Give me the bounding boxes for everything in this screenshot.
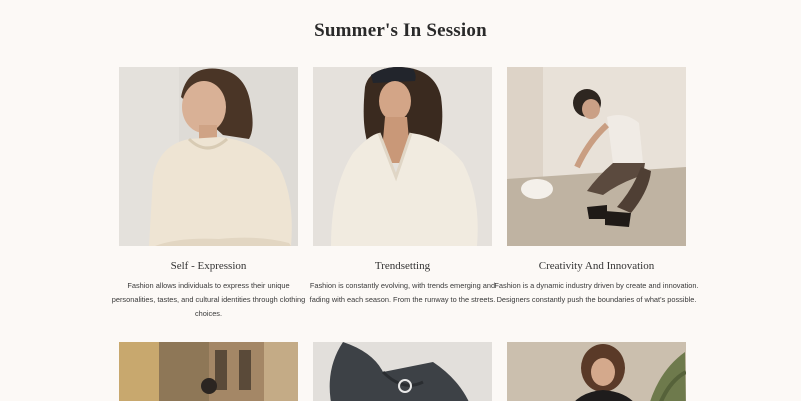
section-title: Summer's In Session	[314, 20, 487, 41]
card-title: Trendsetting	[374, 260, 431, 272]
feature-card: Trendsetting Fashion is constantly evolv…	[310, 67, 495, 321]
woman-plant-image[interactable]	[507, 342, 686, 401]
woman-cap-vneck-sweater-photo-icon	[313, 67, 492, 246]
street-scene-photo-icon	[119, 342, 298, 401]
card-title: Self - Expression	[170, 260, 247, 272]
trendsetting-image[interactable]	[313, 67, 492, 246]
card-description: Fashion is constantly evolving, with tre…	[309, 281, 496, 304]
card-title: Creativity And Innovation	[538, 260, 655, 272]
creativity-innovation-image[interactable]	[507, 67, 686, 246]
woman-crouching-hat-photo-icon	[507, 67, 686, 246]
feature-grid-row-2	[119, 342, 686, 401]
woman-knit-sweater-photo-icon	[119, 67, 298, 246]
street-scene-image[interactable]	[119, 342, 298, 401]
man-jacket-photo-icon	[313, 342, 492, 401]
card-description: Fashion allows individuals to express th…	[111, 281, 306, 318]
feature-card	[313, 342, 492, 401]
feature-card	[507, 342, 686, 401]
feature-grid: Self - Expression Fashion allows individ…	[112, 67, 699, 321]
feature-card: Self - Expression Fashion allows individ…	[112, 67, 305, 321]
self-expression-image[interactable]	[119, 67, 298, 246]
woman-plant-photo-icon	[507, 342, 686, 401]
feature-card: Creativity And Innovation Fashion is a d…	[494, 67, 699, 321]
man-jacket-image[interactable]	[313, 342, 492, 401]
card-description: Fashion is a dynamic industry driven by …	[494, 281, 699, 304]
feature-card	[119, 342, 298, 401]
